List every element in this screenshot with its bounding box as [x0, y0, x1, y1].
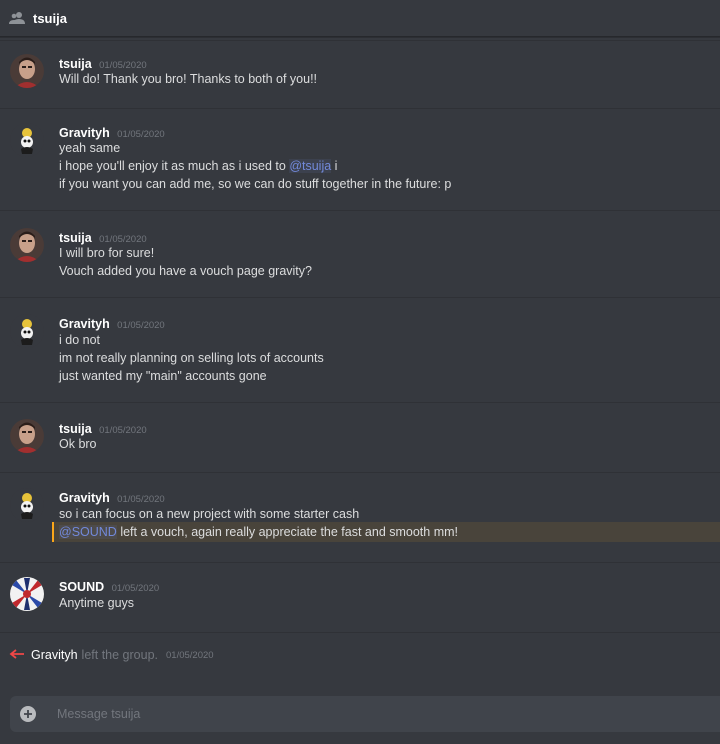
timestamp: 01/05/2020	[117, 320, 165, 331]
message-text: i do not	[59, 333, 101, 347]
message-text: im not really planning on selling lots o…	[59, 351, 324, 365]
system-user-name[interactable]: Gravityh	[31, 648, 78, 662]
message-composer	[10, 696, 720, 732]
message-text-with-mention: @SOUND left a vouch, again really apprec…	[59, 525, 458, 539]
channel-header: tsuija	[0, 0, 720, 37]
author-name[interactable]: Gravityh	[59, 491, 110, 505]
user-mention[interactable]: @SOUND	[59, 525, 117, 539]
avatar-gravityh[interactable]	[10, 123, 44, 157]
timestamp: 01/05/2020	[111, 583, 160, 594]
timestamp: 01/05/2020	[99, 60, 147, 71]
message-divider	[0, 472, 720, 473]
users-icon	[9, 10, 25, 26]
message-divider	[0, 632, 720, 633]
message-text: if you want you can add me, so we can do…	[59, 177, 452, 191]
author-name[interactable]: tsuija	[59, 231, 92, 245]
message-divider	[0, 108, 720, 109]
avatar-gravityh[interactable]	[10, 488, 44, 522]
message-text: I will bro for sure!	[59, 246, 155, 260]
avatar-tsuija[interactable]	[10, 54, 44, 88]
message-divider	[0, 40, 720, 41]
message-text: i hope you'll enjoy it as much as i used…	[59, 159, 286, 173]
timestamp: 01/05/2020	[166, 649, 214, 661]
timestamp: 01/05/2020	[117, 129, 165, 140]
message-divider	[0, 562, 720, 563]
user-mention[interactable]: @tsuija	[289, 159, 332, 173]
author-name[interactable]: Gravityh	[59, 126, 110, 140]
channel-title: tsuija	[33, 10, 67, 26]
message-text: Vouch added you have a vouch page gravit…	[59, 264, 312, 278]
message-text-with-mention: i hope you'll enjoy it as much as i used…	[59, 159, 337, 173]
message-input[interactable]	[55, 706, 659, 722]
message-text: so i can focus on a new project with som…	[59, 507, 360, 521]
leave-arrow-icon	[9, 646, 25, 664]
message-text: just wanted my "main" accounts gone	[59, 369, 267, 383]
message-divider	[0, 210, 720, 211]
avatar-sound[interactable]	[10, 577, 44, 611]
message-divider	[0, 297, 720, 298]
message-text: Will do! Thank you bro! Thanks to both o…	[59, 72, 318, 86]
message-divider	[0, 402, 720, 403]
avatar-gravityh[interactable]	[10, 314, 44, 348]
message-text: Ok bro	[59, 437, 97, 451]
add-attachment-button[interactable]	[20, 706, 36, 722]
author-name[interactable]: tsuija	[59, 57, 92, 71]
system-text: left the group.	[81, 648, 158, 662]
timestamp: 01/05/2020	[99, 425, 147, 436]
message-text: i	[331, 159, 338, 173]
avatar-tsuija[interactable]	[10, 419, 44, 453]
message-text: Anytime guys	[59, 596, 135, 610]
author-name[interactable]: Gravityh	[59, 317, 110, 331]
system-message: Gravityh left the group. 01/05/2020	[9, 646, 214, 664]
author-name[interactable]: SOUND	[59, 580, 104, 594]
message-text: left a vouch, again really appreciate th…	[116, 525, 458, 539]
author-name[interactable]: tsuija	[59, 422, 92, 436]
message-text: yeah same	[59, 141, 121, 155]
timestamp: 01/05/2020	[99, 234, 147, 245]
timestamp: 01/05/2020	[117, 494, 165, 505]
avatar-tsuija[interactable]	[10, 228, 44, 262]
